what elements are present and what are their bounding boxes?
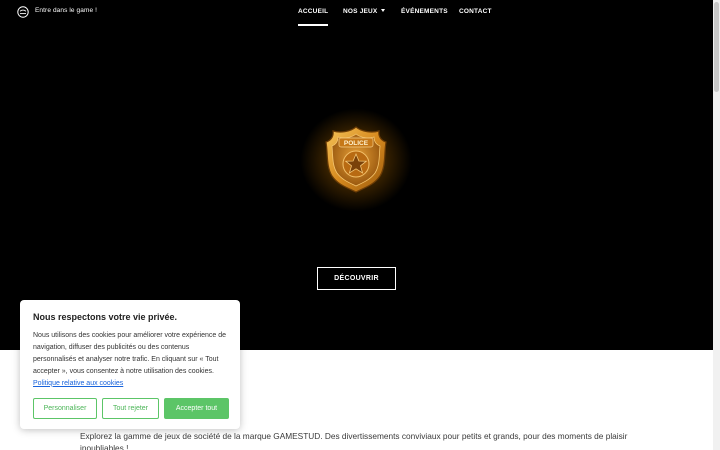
top-navigation-bar: Entre dans le game ! ACCUEIL NOS JEUX ÉV… (0, 0, 713, 26)
police-badge-icon: POLICE (325, 126, 387, 193)
customize-cookies-button[interactable]: Personnaliser (33, 398, 97, 419)
scrollbar-thumb[interactable] (714, 2, 719, 92)
cookie-banner-title: Nous respectons votre vie privée. (33, 312, 178, 322)
nav-item-evenements[interactable]: ÉVÉNEMENTS (401, 8, 448, 15)
cookie-banner-body: Nous utilisons des cookies pour améliore… (33, 332, 226, 375)
page-scrollbar[interactable] (713, 0, 720, 450)
site-tagline: Entre dans le game ! (35, 7, 97, 14)
nav-item-nos-jeux[interactable]: NOS JEUX (343, 8, 386, 15)
nav-item-accueil[interactable]: ACCUEIL (298, 8, 329, 26)
accept-all-cookies-button[interactable]: Accepter tout (164, 398, 229, 419)
discover-button[interactable]: DÉCOUVRIR (317, 267, 396, 290)
hero-section: Entre dans le game ! ACCUEIL NOS JEUX ÉV… (0, 0, 713, 350)
gamestud-logo-icon[interactable] (17, 6, 29, 18)
nav-item-contact[interactable]: CONTACT (459, 8, 492, 15)
intro-text: Explorez la gamme de jeux de société de … (80, 431, 628, 450)
reject-all-cookies-button[interactable]: Tout rejeter (102, 398, 159, 419)
nav-item-nos-jeux-label: NOS JEUX (343, 8, 378, 15)
cookie-actions: Personnaliser Tout rejeter Accepter tout (33, 398, 229, 419)
badge-text: POLICE (344, 140, 369, 147)
cookie-banner-text: Nous utilisons des cookies pour améliore… (33, 330, 227, 390)
cookie-policy-link[interactable]: Politique relative aux cookies (33, 380, 123, 387)
cookie-consent-banner: Nous respectons votre vie privée. Nous u… (20, 300, 240, 429)
chevron-down-icon (381, 8, 386, 12)
